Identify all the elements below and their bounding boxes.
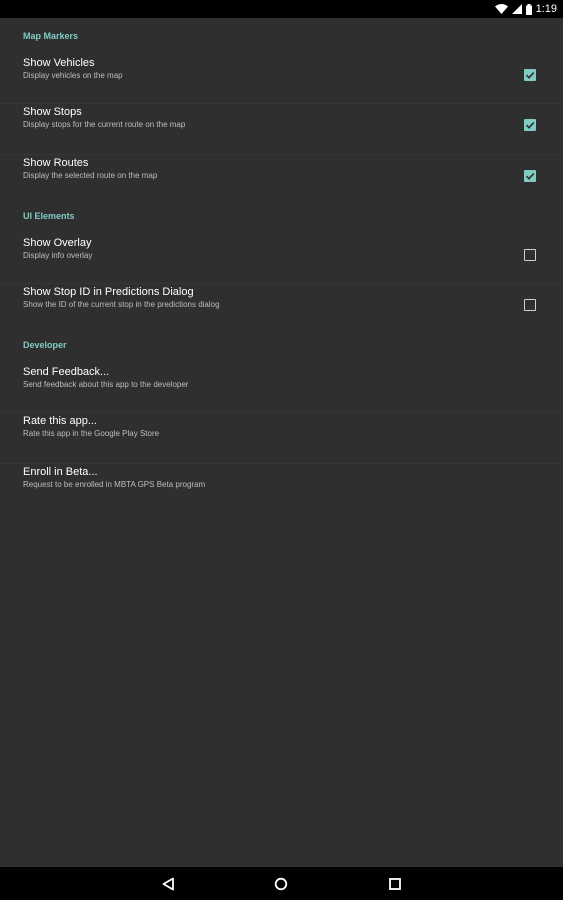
pref-title: Show Vehicles xyxy=(23,57,95,69)
pref-title: Enroll in Beta... xyxy=(23,466,98,478)
recents-icon[interactable] xyxy=(386,875,404,893)
pref-summary: Request to be enrolled in MBTA GPS Beta … xyxy=(23,480,206,489)
back-icon[interactable] xyxy=(159,875,177,893)
show-stop-id-checkbox[interactable] xyxy=(524,299,536,311)
pref-title: Show Stop ID in Predictions Dialog xyxy=(23,286,194,298)
section-header-ui-elements: UI Elements xyxy=(23,211,75,221)
show-overlay-checkbox[interactable] xyxy=(524,249,536,261)
section-header-developer: Developer xyxy=(23,340,67,350)
pref-show-stop-id[interactable]: Show Stop ID in Predictions Dialog Show … xyxy=(0,284,563,335)
pref-show-overlay[interactable]: Show Overlay Display info overlay xyxy=(0,234,563,284)
settings-list: Map Markers Show Vehicles Display vehicl… xyxy=(0,18,563,867)
pref-send-feedback[interactable]: Send Feedback... Send feedback about thi… xyxy=(0,363,563,413)
pref-summary: Rate this app in the Google Play Store xyxy=(23,429,160,438)
status-bar: 1:19 xyxy=(0,0,563,18)
pref-summary: Display info overlay xyxy=(23,251,93,260)
pref-show-routes[interactable]: Show Routes Display the selected route o… xyxy=(0,155,563,206)
pref-title: Show Overlay xyxy=(23,237,92,249)
pref-show-vehicles[interactable]: Show Vehicles Display vehicles on the ma… xyxy=(0,54,563,104)
signal-icon xyxy=(511,4,522,14)
navigation-bar xyxy=(0,867,563,900)
wifi-icon xyxy=(494,4,508,14)
pref-summary: Display the selected route on the map xyxy=(23,171,158,180)
check-icon xyxy=(525,72,535,79)
pref-title: Rate this app... xyxy=(23,415,97,427)
check-icon xyxy=(525,173,535,180)
pref-title: Send Feedback... xyxy=(23,366,110,378)
show-routes-checkbox[interactable] xyxy=(524,170,536,182)
check-icon xyxy=(525,122,535,129)
show-vehicles-checkbox[interactable] xyxy=(524,69,536,81)
status-time: 1:19 xyxy=(535,3,557,15)
pref-enroll-beta[interactable]: Enroll in Beta... Request to be enrolled… xyxy=(0,464,563,515)
pref-summary: Display stops for the current route on t… xyxy=(23,120,186,129)
pref-summary: Show the ID of the current stop in the p… xyxy=(23,300,220,309)
pref-show-stops[interactable]: Show Stops Display stops for the current… xyxy=(0,104,563,155)
pref-rate-app[interactable]: Rate this app... Rate this app in the Go… xyxy=(0,413,563,464)
show-stops-checkbox[interactable] xyxy=(524,119,536,131)
pref-title: Show Routes xyxy=(23,157,89,169)
pref-summary: Send feedback about this app to the deve… xyxy=(23,380,189,389)
pref-title: Show Stops xyxy=(23,106,82,118)
pref-summary: Display vehicles on the map xyxy=(23,71,123,80)
home-icon[interactable] xyxy=(272,875,290,893)
battery-icon xyxy=(525,3,532,15)
section-header-map-markers: Map Markers xyxy=(23,31,79,41)
